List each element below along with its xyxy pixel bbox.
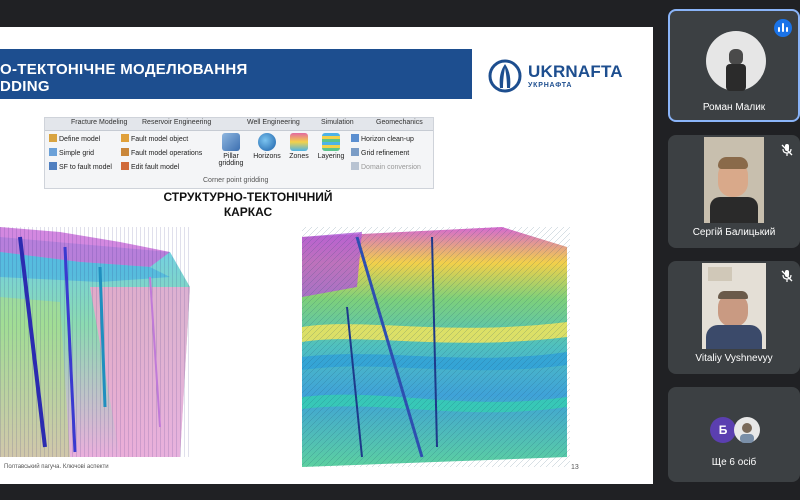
participant-tile-sergii[interactable]: Сергій Балицький (668, 135, 800, 248)
ribbon-tabs: Fracture Modeling Reservoir Engineering … (45, 118, 433, 131)
ribbon-tab: Well Engineering (247, 119, 300, 126)
ribbon-tab: Simulation (321, 119, 354, 126)
ribbon-command: Horizon clean-up (351, 134, 414, 144)
horizons-icon (258, 133, 276, 151)
slide-footer-text: Полтавський пагуча. Ключові аспекти (4, 464, 109, 470)
logo-brand-text: UKRNAFTA (528, 62, 623, 81)
ribbon-command: Grid refinement (351, 148, 409, 158)
logo-subtext: УКРНАФТА (528, 82, 573, 89)
ribbon-command: Define model (49, 134, 100, 144)
mic-off-icon (781, 270, 793, 282)
horizon-cleanup-icon (351, 134, 359, 142)
simple-grid-icon (49, 148, 57, 156)
participant-name: Роман Малик (702, 102, 766, 113)
structural-model-image-left (0, 207, 192, 457)
ribbon-command: SF to fault model (49, 162, 112, 172)
more-avatar-letter: Б (710, 417, 736, 443)
slide-title-line1: О-ТЕКТОНІЧНЕ МОДЕЛЮВАННЯ (0, 61, 248, 78)
ribbon-command: Simple grid (49, 148, 94, 158)
participant-name: Vitaliy Vyshnevyy (695, 353, 773, 364)
ribbon-group-label: Corner point gridding (203, 177, 269, 184)
avatar (734, 417, 760, 443)
ribbon-big-button: Zones (281, 133, 317, 160)
caption-line1: СТРУКТУРНО-ТЕКТОНІЧНИЙ (163, 190, 333, 204)
domain-conversion-icon (351, 162, 359, 170)
ribbon-command: Domain conversion (351, 162, 421, 172)
layering-icon (322, 133, 340, 151)
ukrnafta-logo-icon (488, 59, 522, 93)
ribbon-command: Edit fault model (121, 162, 179, 172)
ribbon-tab: Fracture Modeling (71, 119, 128, 126)
speaking-indicator-icon (774, 19, 792, 37)
software-ribbon-screenshot: Fracture Modeling Reservoir Engineering … (44, 117, 434, 189)
ribbon-big-button: Layering (313, 133, 349, 160)
slide-title-line2: DDING (0, 78, 50, 95)
more-participants-tile[interactable]: Б Ще 6 осіб (668, 387, 800, 482)
grid-refinement-icon (351, 148, 359, 156)
participant-tile-vitaliy[interactable]: Vitaliy Vyshnevyy (668, 261, 800, 374)
more-participants-label: Ще 6 осіб (711, 457, 757, 468)
avatar (706, 31, 766, 91)
slide-page-number: 13 (571, 464, 579, 471)
define-model-icon (49, 134, 57, 142)
structural-model-image-right (302, 207, 570, 479)
fault-model-object-icon (121, 134, 129, 142)
ribbon-tab: Reservoir Engineering (142, 119, 212, 126)
participant-name: Сергій Балицький (692, 227, 776, 238)
pillar-gridding-icon (222, 133, 240, 151)
participant-tile-roman[interactable]: Роман Малик (668, 9, 800, 122)
fault-model-operations-icon (121, 148, 129, 156)
mic-off-icon (781, 144, 793, 156)
ribbon-command: Fault model operations (121, 148, 202, 158)
structural-model-right-svg (302, 207, 570, 479)
edit-fault-model-icon (121, 162, 129, 170)
shared-slide: О-ТЕКТОНІЧНЕ МОДЕЛЮВАННЯ DDING UKRNAFTA … (0, 27, 653, 484)
ukrnafta-logo: UKRNAFTA УКРНАФТА (488, 59, 648, 99)
sf-to-fault-icon (49, 162, 57, 170)
ribbon-big-button: Pillar gridding (213, 133, 249, 167)
slide-title-band: О-ТЕКТОНІЧНЕ МОДЕЛЮВАННЯ DDING (0, 49, 472, 99)
zones-icon (290, 133, 308, 151)
ribbon-tab: Geomechanics (376, 119, 423, 126)
participant-video (704, 137, 764, 223)
participant-video (702, 263, 766, 349)
ribbon-big-button: Horizons (249, 133, 285, 160)
ribbon-command: Fault model object (121, 134, 188, 144)
structural-model-left-svg (0, 207, 192, 457)
